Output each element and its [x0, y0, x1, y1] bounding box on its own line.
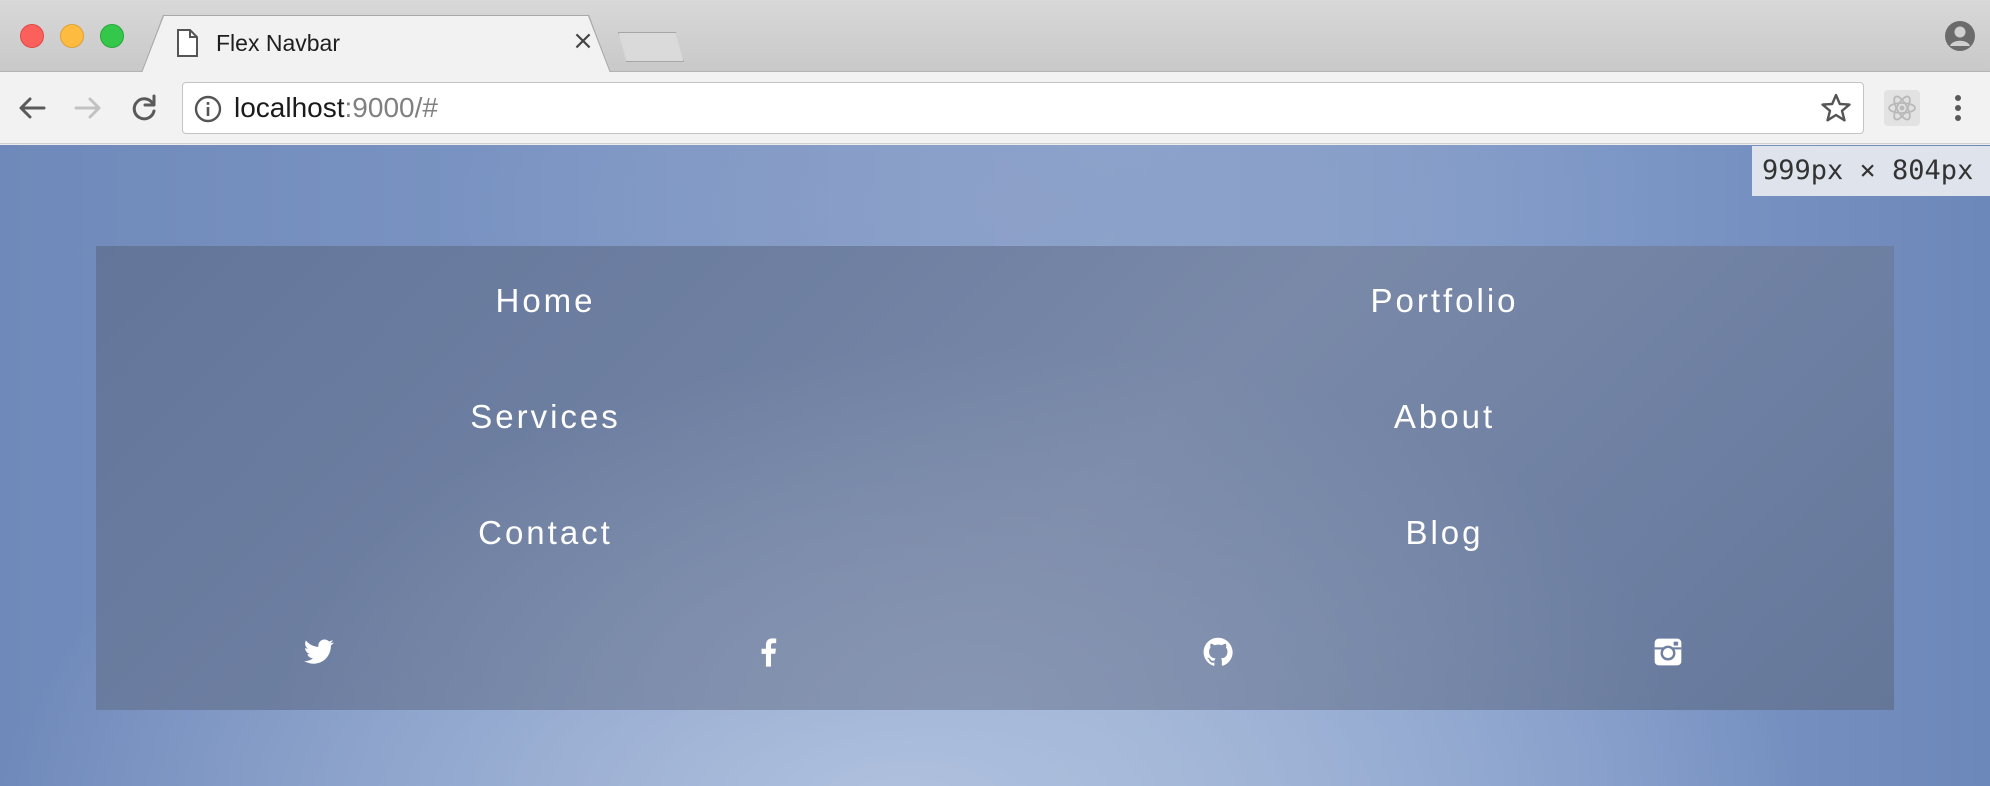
zoom-window-button[interactable]	[100, 24, 124, 48]
facebook-icon[interactable]	[753, 636, 785, 668]
forward-arrow-icon[interactable]	[70, 90, 106, 126]
close-window-button[interactable]	[20, 24, 44, 48]
github-icon[interactable]	[1202, 636, 1234, 668]
tab-close-icon[interactable]: ×	[572, 28, 594, 54]
viewport-size-badge: 999px × 804px	[1752, 146, 1990, 196]
tab-flex-navbar[interactable]	[142, 16, 610, 73]
url-text[interactable]: localhost:9000/#	[234, 92, 438, 124]
bookmark-star-icon[interactable]	[1820, 92, 1852, 124]
menu-dots-icon[interactable]	[1944, 90, 1972, 126]
nav-link-services[interactable]: Services	[96, 398, 995, 436]
react-devtools-icon[interactable]	[1884, 90, 1920, 126]
nav-link-about[interactable]: About	[995, 398, 1894, 436]
info-icon[interactable]	[194, 95, 222, 123]
profile-icon[interactable]	[1944, 20, 1976, 52]
back-arrow-icon[interactable]	[14, 90, 50, 126]
tab-title: Flex Navbar	[216, 30, 340, 56]
new-tab-fill	[619, 33, 683, 61]
url-host: localhost	[234, 92, 345, 123]
minimize-window-button[interactable]	[60, 24, 84, 48]
nav-link-contact[interactable]: Contact	[96, 514, 995, 552]
instagram-icon[interactable]	[1652, 636, 1684, 668]
nav-link-home[interactable]: Home	[96, 282, 995, 320]
reload-icon[interactable]	[126, 90, 162, 126]
url-path: :9000/#	[344, 92, 438, 123]
navbar: Home Portfolio Services About Contact Bl…	[96, 246, 1894, 710]
document-icon	[177, 29, 198, 57]
nav-link-blog[interactable]: Blog	[995, 514, 1894, 552]
twitter-icon[interactable]	[303, 636, 335, 668]
nav-link-portfolio[interactable]: Portfolio	[995, 282, 1894, 320]
